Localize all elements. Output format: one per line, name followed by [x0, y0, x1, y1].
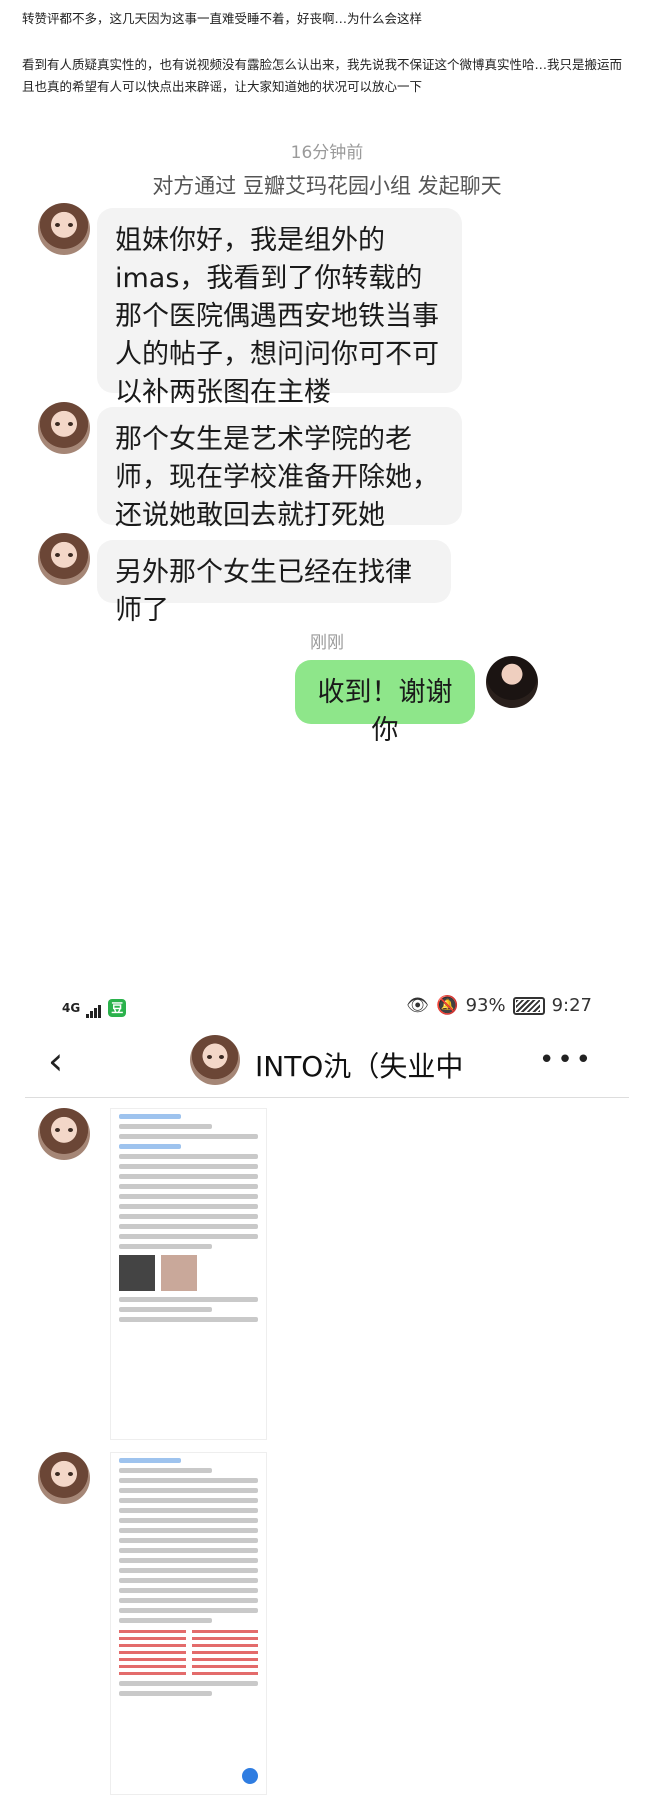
avatar[interactable]	[38, 533, 90, 585]
chevron-left-icon[interactable]: ‹	[48, 1039, 63, 1083]
mute-bell-icon: 🔕	[436, 995, 459, 1016]
clock: 9:27	[551, 995, 592, 1016]
avatar[interactable]	[38, 203, 90, 255]
timestamp-16min: 16分钟前	[290, 143, 364, 163]
battery-icon	[512, 996, 545, 1015]
signal-icon	[86, 997, 102, 1018]
avatar[interactable]	[38, 1108, 90, 1160]
network-label: 4G	[62, 1000, 81, 1015]
avatar[interactable]	[38, 1452, 90, 1504]
chat-title: INTO氿（失业中	[255, 1050, 464, 1083]
message-bubble[interactable]: 另外那个女生已经在找律师了	[97, 540, 451, 626]
chat-partner-avatar[interactable]	[190, 1035, 240, 1085]
system-notice: 对方通过 豆瓣艾玛花园小组 发起聊天	[152, 174, 502, 198]
my-reply-bubble[interactable]: 收到！谢谢你	[295, 660, 475, 746]
message-bubble[interactable]: 姐妹你好，我是组外的imas，我看到了你转载的那个医院偶遇西安地铁当事人的帖子，…	[97, 208, 462, 408]
timestamp-just-now: 刚刚	[310, 633, 344, 653]
header-divider	[25, 1097, 629, 1098]
status-bar: 4G 豆 👁 🔕 93% 9:27	[62, 995, 592, 1023]
image-message-screenshot[interactable]	[110, 1452, 267, 1795]
more-options-icon[interactable]: •••	[539, 1045, 594, 1075]
avatar[interactable]	[38, 402, 90, 454]
douban-app-icon: 豆	[108, 998, 127, 1017]
eye-icon: 👁	[406, 995, 430, 1016]
chat-header: ‹ INTO氿（失业中 •••	[0, 1027, 654, 1097]
message-bubble[interactable]: 那个女生是艺术学院的老师，现在学校准备开除她，还说她敢回去就打死她	[97, 407, 462, 531]
image-message-screenshot[interactable]	[110, 1108, 267, 1440]
post-line-2: 看到有人质疑真实性的，也有说视频没有露脸怎么认出来，我先说我不保证这个微博真实性…	[22, 57, 623, 94]
my-avatar[interactable]	[486, 656, 538, 708]
battery-percent: 93%	[465, 995, 506, 1016]
post-line-1: 转赞评都不多，这几天因为这事一直难受睡不着，好丧啊…为什么会这样	[22, 11, 423, 26]
